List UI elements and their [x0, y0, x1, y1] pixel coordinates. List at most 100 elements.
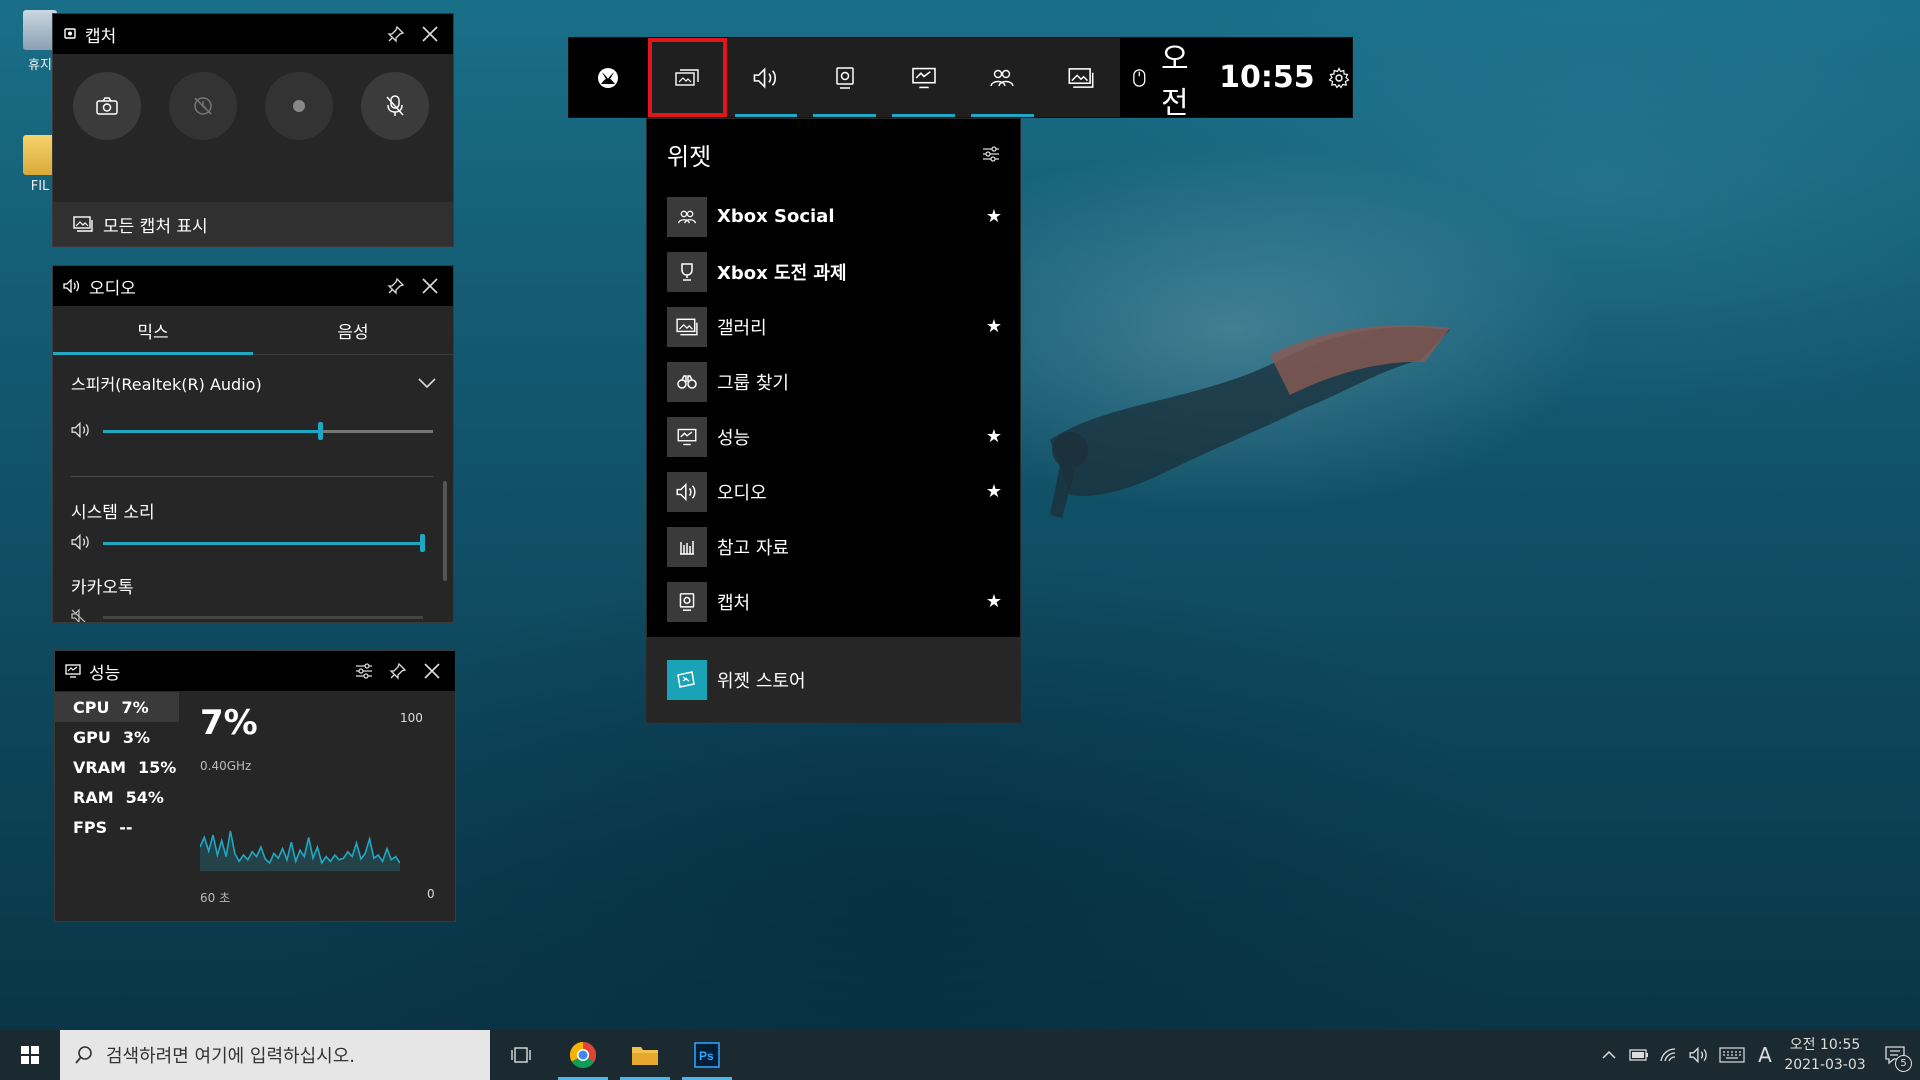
perf-graph: [200, 830, 400, 871]
metric-cpu[interactable]: CPU 7%: [55, 692, 179, 722]
performance-widget-button[interactable]: [884, 38, 963, 117]
audio-device-dropdown[interactable]: 스피커(Realtek(R) Audio): [71, 368, 437, 398]
gallery-icon: [73, 216, 93, 232]
desktop-icon-label: 휴지: [28, 58, 52, 73]
input-method-indicator[interactable]: A: [1750, 1030, 1780, 1080]
capture-icon: [679, 592, 695, 611]
widget-item-looking-for-group[interactable]: 그룹 찾기: [647, 354, 1020, 409]
touch-keyboard-button[interactable]: [1714, 1030, 1750, 1080]
metric-gpu[interactable]: GPU 3%: [55, 722, 179, 752]
widget-item-xbox-social[interactable]: Xbox Social ★: [647, 189, 1020, 244]
desktop-icon-label: FIL: [30, 179, 50, 194]
pin-button[interactable]: [381, 19, 411, 49]
pin-button[interactable]: [383, 656, 413, 686]
show-all-captures-link[interactable]: 모든 캡처 표시: [53, 202, 453, 246]
metric-label: FPS: [73, 817, 108, 837]
audio-widget-titlebar[interactable]: 오디오: [53, 266, 453, 306]
metric-value: 3%: [122, 727, 151, 747]
social-widget-button[interactable]: [963, 38, 1042, 117]
metric-vram[interactable]: VRAM 15%: [55, 752, 179, 782]
show-hidden-icons-button[interactable]: [1594, 1030, 1624, 1080]
speaker-icon: [71, 534, 89, 550]
volume-thumb[interactable]: [318, 422, 323, 440]
screenshot-button[interactable]: [73, 72, 141, 140]
taskbar: 검색하려면 여기에 입력하십시오. Ps A 오전 10:55 2021-03-…: [0, 1030, 1920, 1080]
record-last-button[interactable]: [169, 72, 237, 140]
capture-widget-button[interactable]: [805, 38, 884, 117]
performance-icon: [677, 428, 697, 445]
taskbar-app-photoshop[interactable]: Ps: [676, 1030, 738, 1080]
close-icon: [422, 26, 438, 42]
svg-text:Ps: Ps: [699, 1049, 714, 1063]
audio-widget-button[interactable]: [727, 38, 806, 117]
chrome-icon: [569, 1041, 597, 1069]
taskbar-app-chrome[interactable]: [552, 1030, 614, 1080]
widget-item-xbox-achievements[interactable]: Xbox 도전 과제: [647, 244, 1020, 299]
photoshop-icon: Ps: [694, 1042, 720, 1068]
widget-menu-button[interactable]: [647, 38, 727, 117]
gallery-widget-button[interactable]: [1042, 38, 1121, 117]
xbox-icon: [598, 67, 619, 88]
game-bar: 오전 10:55: [568, 37, 1353, 121]
record-button[interactable]: [265, 72, 333, 140]
audio-icon: [753, 66, 776, 89]
network-button[interactable]: [1654, 1030, 1684, 1080]
mic-toggle-button[interactable]: [361, 72, 429, 140]
volume-button[interactable]: [1684, 1030, 1714, 1080]
trophy-icon: [681, 262, 693, 281]
sliders-icon: [983, 146, 999, 162]
start-button[interactable]: [0, 1030, 60, 1080]
close-button[interactable]: [415, 19, 445, 49]
action-center-button[interactable]: 5: [1870, 1030, 1920, 1080]
volume-thumb[interactable]: [420, 534, 425, 552]
pin-button[interactable]: [381, 271, 411, 301]
graph-y-max: 100: [400, 711, 423, 725]
sliders-icon: [356, 663, 372, 679]
taskbar-search-box[interactable]: 검색하려면 여기에 입력하십시오.: [60, 1030, 490, 1080]
favorite-star-icon[interactable]: ★: [984, 481, 1004, 502]
widget-item-audio[interactable]: 오디오 ★: [647, 464, 1020, 519]
app-volume-label: 카카오톡: [71, 578, 134, 598]
system-sounds-volume-slider[interactable]: [103, 534, 425, 552]
app-volume-label: 시스템 소리: [71, 503, 155, 523]
widget-store-button[interactable]: 위젯 스토어: [647, 637, 1020, 722]
scrollbar[interactable]: [443, 481, 447, 581]
kakaotalk-volume-slider[interactable]: [103, 616, 423, 619]
audio-device-label: 스피커(Realtek(R) Audio): [71, 375, 262, 394]
social-icon: [990, 69, 1014, 86]
metric-fps[interactable]: FPS --: [55, 812, 179, 842]
widget-menu-options-button[interactable]: [976, 139, 1006, 169]
master-volume-slider[interactable]: [103, 422, 433, 440]
favorite-star-icon[interactable]: ★: [984, 591, 1004, 612]
close-button[interactable]: [415, 271, 445, 301]
system-tray: A 오전 10:55 2021-03-03 5: [1594, 1030, 1920, 1080]
pin-icon: [387, 25, 405, 43]
widget-item-performance[interactable]: 성능 ★: [647, 409, 1020, 464]
performance-widget-title: 성능: [89, 663, 121, 684]
tab-mix[interactable]: 믹스: [53, 306, 253, 355]
battery-button[interactable]: [1624, 1030, 1654, 1080]
battery-icon: [1629, 1049, 1648, 1061]
tab-voice[interactable]: 음성: [253, 306, 453, 354]
capture-icon: [64, 28, 76, 39]
taskbar-clock[interactable]: 오전 10:55 2021-03-03: [1780, 1035, 1870, 1075]
widget-item-capture[interactable]: 캡처 ★: [647, 574, 1020, 629]
capture-widget: 캡처 모든 캡처 표시: [52, 13, 454, 247]
favorite-star-icon[interactable]: ★: [984, 316, 1004, 337]
task-view-button[interactable]: [490, 1030, 552, 1080]
taskbar-app-file-explorer[interactable]: [614, 1030, 676, 1080]
close-button[interactable]: [417, 656, 447, 686]
metric-ram[interactable]: RAM 54%: [55, 782, 179, 812]
favorite-star-icon[interactable]: ★: [984, 206, 1004, 227]
xbox-home-button[interactable]: [569, 38, 648, 117]
wifi-icon: [1660, 1048, 1676, 1062]
capture-widget-titlebar[interactable]: 캡처: [53, 14, 453, 54]
gallery-icon: [676, 318, 698, 335]
widget-item-gallery[interactable]: 갤러리 ★: [647, 299, 1020, 354]
widget-item-resources[interactable]: 참고 자료: [647, 519, 1020, 574]
speaker-muted-icon: [71, 608, 86, 622]
settings-button[interactable]: [1327, 64, 1352, 92]
options-button[interactable]: [349, 656, 379, 686]
favorite-star-icon[interactable]: ★: [984, 426, 1004, 447]
performance-widget-titlebar[interactable]: 성능: [55, 651, 455, 691]
